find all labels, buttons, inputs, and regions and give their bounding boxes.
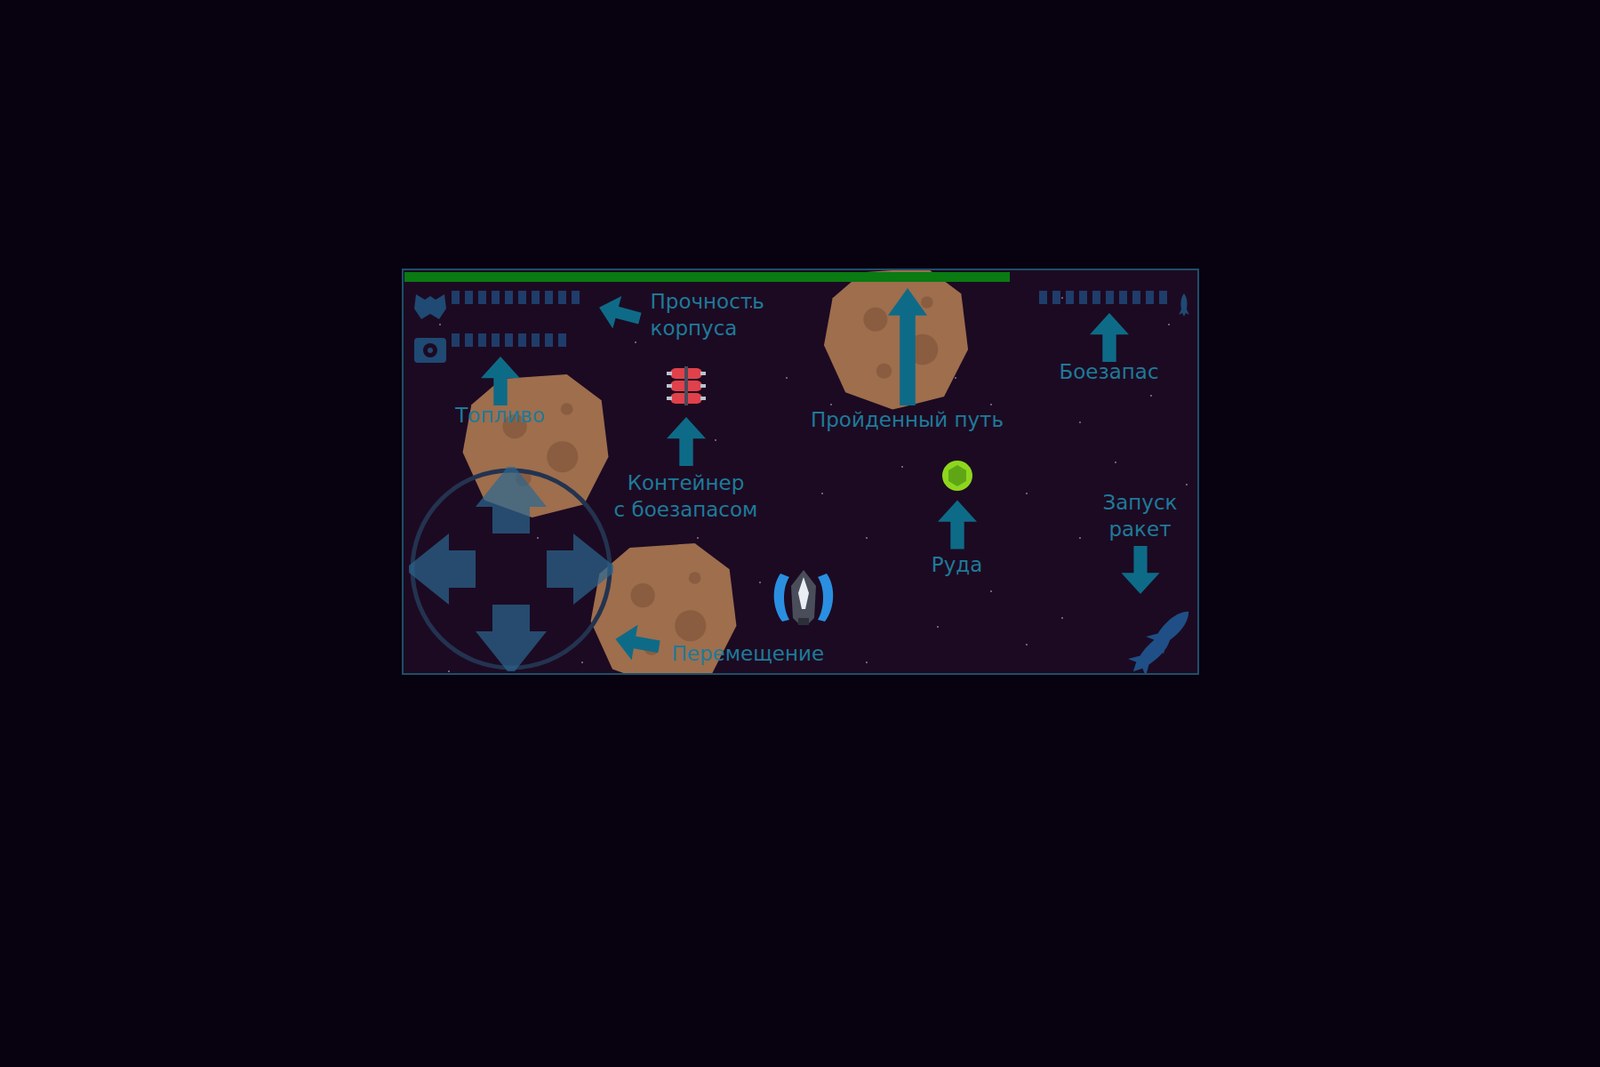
gauge-segment bbox=[1092, 290, 1101, 304]
dpad-down-icon[interactable] bbox=[475, 604, 547, 672]
gauge-segment bbox=[451, 333, 460, 347]
star bbox=[1025, 492, 1028, 495]
star bbox=[1061, 296, 1064, 299]
ore-arrow bbox=[937, 499, 977, 550]
ammo-label: Боезапас bbox=[1058, 358, 1159, 385]
movement-label: Перемещение bbox=[672, 640, 825, 667]
gauge-segment bbox=[1052, 290, 1061, 304]
dpad-left-icon[interactable] bbox=[408, 533, 476, 605]
dpad-control[interactable] bbox=[408, 466, 614, 672]
gauge-segment bbox=[518, 290, 527, 304]
star bbox=[821, 492, 824, 495]
star bbox=[634, 341, 637, 344]
gauge-segment bbox=[451, 290, 460, 304]
star bbox=[901, 465, 904, 468]
fuel-label: Топливо bbox=[455, 401, 544, 429]
gauge-segment bbox=[504, 290, 513, 304]
gauge-segment bbox=[558, 290, 567, 304]
dpad-right-icon[interactable] bbox=[546, 533, 614, 605]
hull-label: Прочностькорпуса bbox=[650, 288, 765, 342]
gauge-segment bbox=[491, 290, 500, 304]
star bbox=[990, 403, 992, 406]
gauge-segment bbox=[464, 290, 473, 304]
star bbox=[439, 323, 441, 326]
gauge-segment bbox=[1119, 290, 1128, 304]
rockets-arrow bbox=[1120, 545, 1160, 594]
gauge-segment bbox=[1132, 290, 1141, 304]
ammo-arrow bbox=[1089, 312, 1129, 362]
gauge-segment bbox=[491, 333, 500, 347]
ore-icon[interactable] bbox=[941, 459, 974, 492]
gauge-segment bbox=[1065, 290, 1074, 304]
hull-arrow bbox=[593, 290, 644, 335]
ammo-gauge bbox=[1039, 290, 1168, 304]
gauge-segment bbox=[478, 333, 487, 347]
rocket-launch-icon[interactable] bbox=[1125, 603, 1197, 675]
star bbox=[936, 625, 939, 628]
star bbox=[448, 670, 450, 672]
star bbox=[1114, 461, 1117, 464]
star bbox=[1079, 421, 1081, 424]
distance-arrow-icon bbox=[888, 285, 928, 408]
star bbox=[1168, 323, 1170, 326]
gauge-segment bbox=[464, 333, 473, 347]
fuel-gauge bbox=[451, 333, 567, 347]
gauge-segment bbox=[1105, 290, 1114, 304]
container-arrow bbox=[666, 416, 706, 466]
ammo-container-icon[interactable] bbox=[666, 364, 706, 408]
ore-label: Руда bbox=[931, 551, 983, 578]
star bbox=[581, 661, 584, 664]
movement-arrow bbox=[611, 621, 662, 664]
star bbox=[1079, 536, 1081, 539]
star bbox=[785, 376, 788, 379]
star bbox=[1025, 643, 1028, 646]
distance-label: Пройденный путь bbox=[810, 406, 1004, 433]
dpad-up-icon[interactable] bbox=[475, 466, 547, 534]
star bbox=[1150, 394, 1152, 397]
gauge-segment bbox=[531, 333, 540, 347]
gauge-segment bbox=[1159, 290, 1168, 304]
star bbox=[536, 536, 539, 539]
game-frame[interactable]: Прочностькорпуса Топливо Контейнерс боезап… bbox=[401, 268, 1200, 675]
fuel-icon bbox=[412, 334, 448, 365]
distance-fill bbox=[404, 272, 1011, 282]
hull-gauge bbox=[451, 290, 580, 304]
gauge-segment bbox=[531, 290, 540, 304]
star bbox=[1185, 483, 1188, 486]
star bbox=[865, 661, 868, 664]
fuel-arrow bbox=[480, 356, 520, 406]
hull-icon bbox=[412, 290, 448, 321]
gauge-segment bbox=[518, 333, 527, 347]
gauge-segment bbox=[558, 333, 567, 347]
star bbox=[714, 439, 717, 441]
rocket-icon bbox=[1177, 293, 1191, 317]
ship-icon[interactable] bbox=[769, 568, 838, 627]
gauge-segment bbox=[1039, 290, 1048, 304]
star bbox=[759, 581, 761, 584]
gauge-segment bbox=[1079, 290, 1088, 304]
gauge-segment bbox=[504, 333, 513, 347]
page: Прочностькорпуса Топливо Контейнерс боезап… bbox=[0, 0, 1600, 1067]
star bbox=[865, 536, 868, 539]
star bbox=[830, 403, 832, 406]
gauge-segment bbox=[544, 333, 553, 347]
gauge-segment bbox=[1145, 290, 1154, 304]
gauge-segment bbox=[478, 290, 487, 304]
container-label: Контейнерс боезапасом bbox=[614, 469, 759, 523]
star bbox=[1061, 616, 1064, 619]
distance-track bbox=[404, 272, 1197, 282]
star bbox=[990, 590, 992, 592]
star bbox=[696, 536, 699, 539]
gauge-segment bbox=[571, 290, 580, 304]
star bbox=[954, 376, 957, 379]
rockets-label: Запускракет bbox=[1102, 488, 1177, 543]
gauge-segment bbox=[544, 290, 553, 304]
asteroid-icon bbox=[824, 268, 970, 415]
